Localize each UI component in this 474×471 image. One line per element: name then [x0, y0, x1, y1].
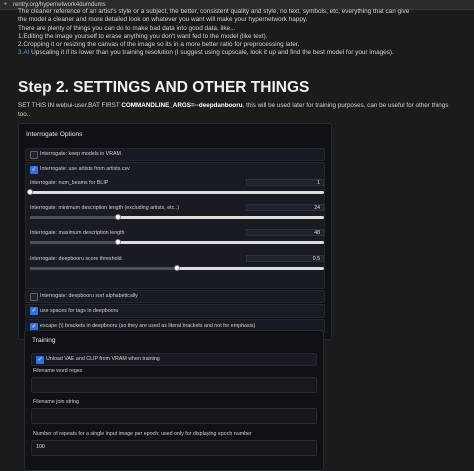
settings-note-prefix: SET THIS IN webui-user.BAT FIRST [18, 102, 122, 109]
use-spaces-row[interactable]: use spaces for tags in deepbooru [25, 304, 325, 318]
intro-line-6: 3.AI Upscaling it if its lower than you … [18, 49, 462, 57]
training-panel: Training Unload VAE and CLIP from VRAM w… [24, 330, 324, 471]
max-length-input[interactable]: 48 [246, 229, 324, 236]
num-beams-input[interactable]: 1 [246, 179, 324, 186]
max-length-fill [30, 241, 119, 244]
score-threshold-slider[interactable] [30, 265, 324, 271]
unload-vae-row[interactable]: Unload VAE and CLIP from VRAM when train… [31, 353, 317, 366]
sort-alpha-checkbox[interactable] [30, 293, 38, 301]
score-threshold-label: Interrogate: deepbooru score threshold [30, 256, 122, 262]
min-length-fill [30, 216, 119, 219]
interrogate-settings-group: Interrogate: use artists from artists.cs… [25, 162, 325, 289]
filename-join-string-input[interactable] [31, 408, 317, 424]
intro-text: The cleaner reference of an artist's sty… [18, 8, 462, 58]
intro-line-1: The cleaner reference of an artist's sty… [18, 8, 410, 15]
filename-word-regex-input[interactable] [31, 377, 317, 393]
use-artists-label: Interrogate: use artists from artists.cs… [40, 166, 130, 172]
use-spaces-checkbox[interactable] [30, 307, 38, 315]
max-length-thumb[interactable] [115, 239, 122, 245]
repeats-value: 100 [36, 444, 45, 450]
unload-vae-label: Unload VAE and CLIP from VRAM when train… [46, 356, 160, 362]
settings-note: SET THIS IN webui-user.BAT FIRST COMMAND… [18, 101, 458, 119]
score-threshold-thumb[interactable] [174, 265, 180, 271]
num-beams-label: Interrogate: num_beams for BLIP [30, 180, 109, 186]
use-artists-checkbox[interactable] [30, 166, 38, 174]
keep-models-label: Interrogate: keep models in VRAM [40, 151, 121, 157]
escape-brackets-label: escape (\) brackets in deepbooru (so the… [40, 323, 256, 329]
min-length-slider[interactable] [30, 214, 324, 220]
intro-line-2: the model a cleaner and more detailed lo… [18, 16, 308, 24]
keep-models-checkbox[interactable] [30, 151, 38, 159]
interrogate-options-title: Interrogate Options [26, 131, 83, 138]
settings-note-args: COMMANDLINE_ARGS=--deepdanbooru [121, 102, 243, 109]
score-threshold-input[interactable]: 0.5 [246, 255, 324, 262]
filename-join-string-label: Filename join string [33, 399, 79, 405]
repeats-input[interactable]: 100 [31, 440, 317, 456]
max-length-label: Interrogate: maximum description length [30, 230, 125, 236]
max-length-slider[interactable] [30, 239, 324, 245]
sort-alpha-row[interactable]: Interrogate: deepbooru sort alphabetical… [25, 290, 325, 303]
interrogate-options-panel: Interrogate Options Interrogate: keep mo… [18, 123, 332, 340]
intro-line-3: There are plenty of things you can do to… [18, 24, 236, 32]
num-beams-thumb[interactable] [27, 189, 33, 195]
use-spaces-label: use spaces for tags in deepbooru [40, 308, 119, 314]
intro-line-4: 1.Editing the image yourself to erase an… [18, 32, 268, 40]
repeats-label: Number of repeats for a single input ima… [33, 431, 252, 437]
sort-alpha-label: Interrogate: deepbooru sort alphabetical… [40, 293, 138, 299]
unload-vae-checkbox[interactable] [36, 356, 44, 364]
keep-models-row[interactable]: Interrogate: keep models in VRAM [25, 148, 325, 161]
lock-icon: ● [4, 1, 8, 7]
intro-line-6-rest: Upscaling it if its lower than you train… [29, 49, 394, 57]
min-length-input[interactable]: 24 [246, 204, 324, 211]
ai-link[interactable]: 3.AI [18, 49, 29, 56]
url-text[interactable]: rentry.org/hypernetwork4dumdums [13, 2, 106, 8]
num-beams-slider[interactable] [27, 189, 324, 195]
min-length-label: Interrogate: minimum description length … [30, 205, 179, 211]
page-content: The cleaner reference of an artist's sty… [0, 8, 474, 471]
intro-line-5: 2.Cropping it or resizing the canvas of … [18, 41, 300, 49]
min-length-thumb[interactable] [115, 214, 122, 220]
filename-word-regex-label: Filename word regex [33, 368, 83, 374]
training-title: Training [32, 337, 56, 344]
score-threshold-fill [30, 267, 177, 270]
section-heading: Step 2. SETTINGS AND OTHER THINGS [18, 79, 310, 96]
